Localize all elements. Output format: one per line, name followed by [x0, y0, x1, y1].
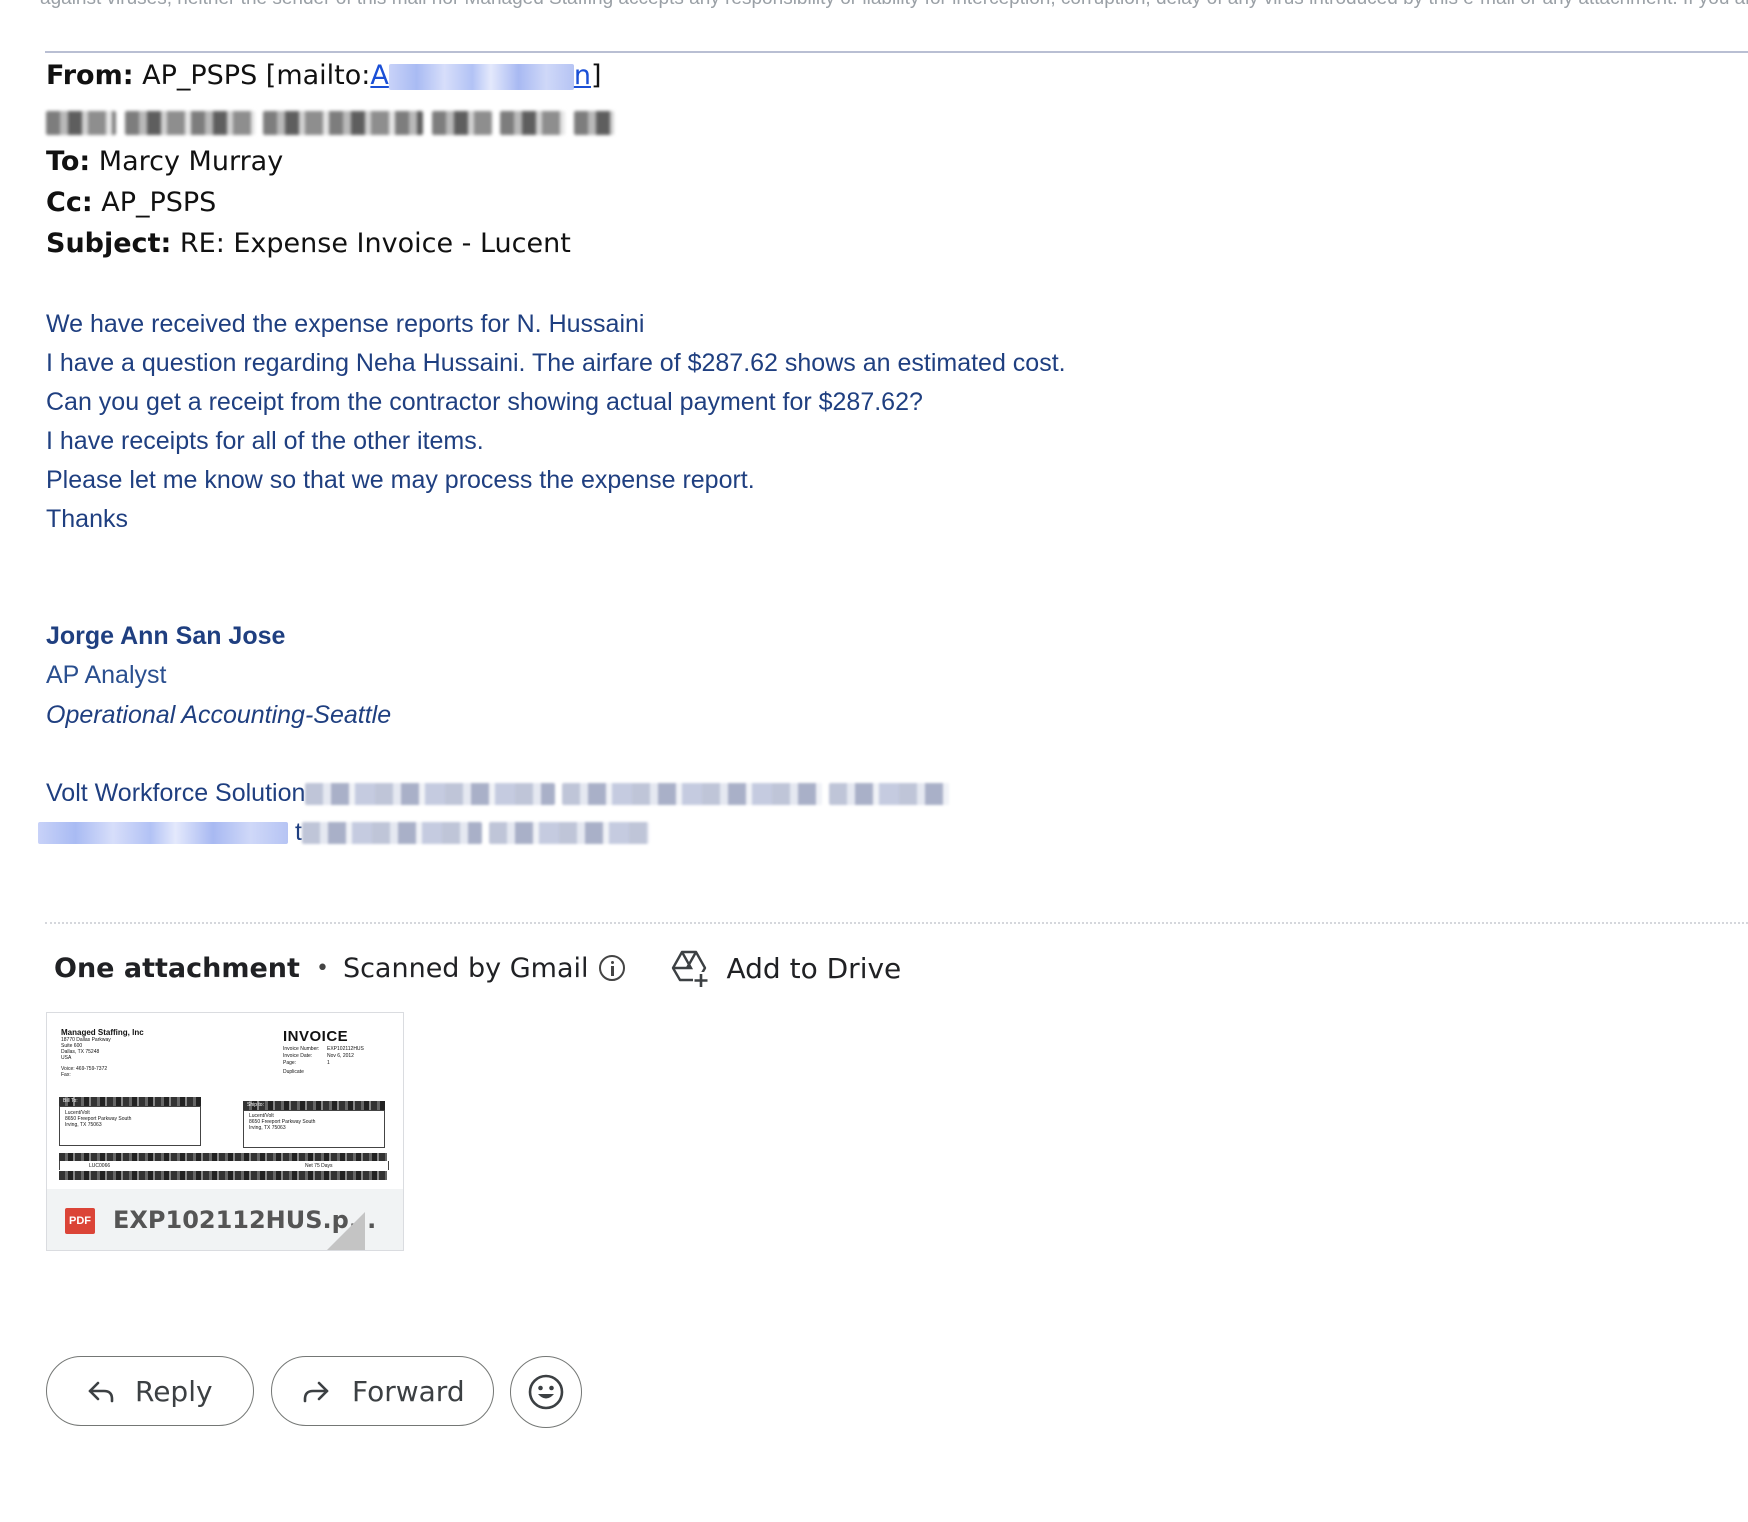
to-label: To:	[46, 146, 91, 177]
cc-value: AP_PSPS	[101, 187, 217, 218]
signature-company: Volt Workforce Solution	[46, 779, 306, 807]
cc-line: Cc: AP_PSPS	[46, 187, 216, 218]
forward-label: Forward	[352, 1374, 465, 1408]
truncated-disclaimer-text: against viruses, neither the sender of t…	[40, 0, 1748, 8]
thumb-shaded-bar	[59, 1097, 201, 1106]
body-line: I have receipts for all of the other ite…	[46, 427, 484, 455]
body-line: Thanks	[46, 505, 128, 533]
add-to-drive-icon	[671, 950, 709, 988]
thumb-field-value: EXP102112HUS	[327, 1046, 364, 1052]
reply-label: Reply	[135, 1374, 213, 1408]
thumb-bill-city: Irving, TX 75063	[65, 1122, 102, 1128]
add-to-drive-label: Add to Drive	[726, 951, 902, 985]
thumb-duplicate: Duplicate	[283, 1069, 304, 1075]
thumb-company: Managed Staffing, Inc	[61, 1028, 144, 1037]
thumb-fax: Fax:	[61, 1072, 71, 1078]
body-line: We have received the expense reports for…	[46, 310, 645, 338]
separator-dot: •	[315, 955, 329, 981]
signature-email-link-redacted[interactable]	[38, 822, 288, 845]
thumb-field-label: Invoice Date:	[283, 1053, 313, 1059]
sent-line-redacted	[46, 106, 614, 137]
subject-label: Subject:	[46, 228, 172, 259]
body-line: Please let me know so that we may proces…	[46, 466, 755, 494]
body-line: I have a question regarding Neha Hussain…	[46, 349, 1066, 377]
signature-company-line: Volt Workforce Solution	[46, 779, 950, 808]
from-value: AP_PSPS [mailto:	[142, 60, 371, 91]
thumb-addr: USA	[61, 1055, 72, 1061]
attachment-count-label: One attachment	[54, 952, 300, 984]
body-line: Can you get a receipt from the contracto…	[46, 388, 923, 416]
emoji-reaction-button[interactable]	[510, 1356, 582, 1428]
scanned-by-gmail-label: Scanned by Gmail	[342, 952, 589, 984]
thumb-shaded-bar	[243, 1101, 385, 1110]
thumb-ship-to: Ship to:	[247, 1102, 264, 1108]
thumb-field-label: Invoice Number:	[283, 1046, 320, 1052]
cc-label: Cc:	[46, 187, 93, 218]
thumb-invoice-heading: INVOICE	[283, 1028, 349, 1045]
emoji-icon	[528, 1374, 564, 1410]
from-line: From: AP_PSPS [mailto:A n]	[46, 60, 602, 91]
thumb-field-label: Page:	[283, 1060, 297, 1066]
signature-name: Jorge Ann San Jose	[46, 622, 286, 650]
thumb-bill-to: Bill To:	[63, 1098, 78, 1104]
signature-role: AP Analyst	[46, 661, 167, 689]
reply-button[interactable]: Reply	[46, 1356, 254, 1426]
signature-department: Operational Accounting-Seattle	[46, 701, 392, 729]
page-fold-corner	[327, 1212, 365, 1250]
thumb-ship-city: Irving, TX 75063	[249, 1125, 286, 1131]
thumb-field-value: 1	[327, 1060, 330, 1066]
subject-value: RE: Expense Invoice - Lucent	[179, 228, 571, 259]
reply-icon	[88, 1381, 114, 1403]
forward-icon	[303, 1381, 329, 1403]
from-label: From:	[46, 60, 134, 91]
thumb-shaded-bar	[59, 1171, 387, 1180]
attachments-divider	[45, 922, 1748, 924]
to-value: Marcy Murray	[98, 146, 284, 177]
thumb-shaded-bar	[59, 1153, 387, 1161]
signature-contact-line: t	[38, 818, 649, 847]
pdf-icon: PDF	[65, 1208, 95, 1234]
from-close: ]	[590, 60, 602, 91]
forward-button[interactable]: Forward	[271, 1356, 494, 1426]
attachment-thumbnail: Managed Staffing, Inc 18770 Dallas Parkw…	[47, 1013, 403, 1189]
quoted-message-divider	[45, 51, 1748, 53]
subject-line: Subject: RE: Expense Invoice - Lucent	[46, 228, 571, 259]
from-email-link[interactable]: An	[370, 60, 591, 91]
signature-contact-sep: t	[294, 818, 302, 846]
info-icon[interactable]	[598, 955, 625, 981]
attachment-card[interactable]: Managed Staffing, Inc 18770 Dallas Parkw…	[46, 1012, 404, 1251]
thumb-table-frame	[59, 1161, 389, 1170]
thumb-field-value: Nov 6, 2012	[327, 1053, 354, 1059]
attachment-bar: One attachment • Scanned by Gmail Add to…	[54, 946, 901, 990]
to-line: To: Marcy Murray	[46, 146, 283, 177]
add-to-drive-button[interactable]: Add to Drive	[669, 948, 902, 988]
